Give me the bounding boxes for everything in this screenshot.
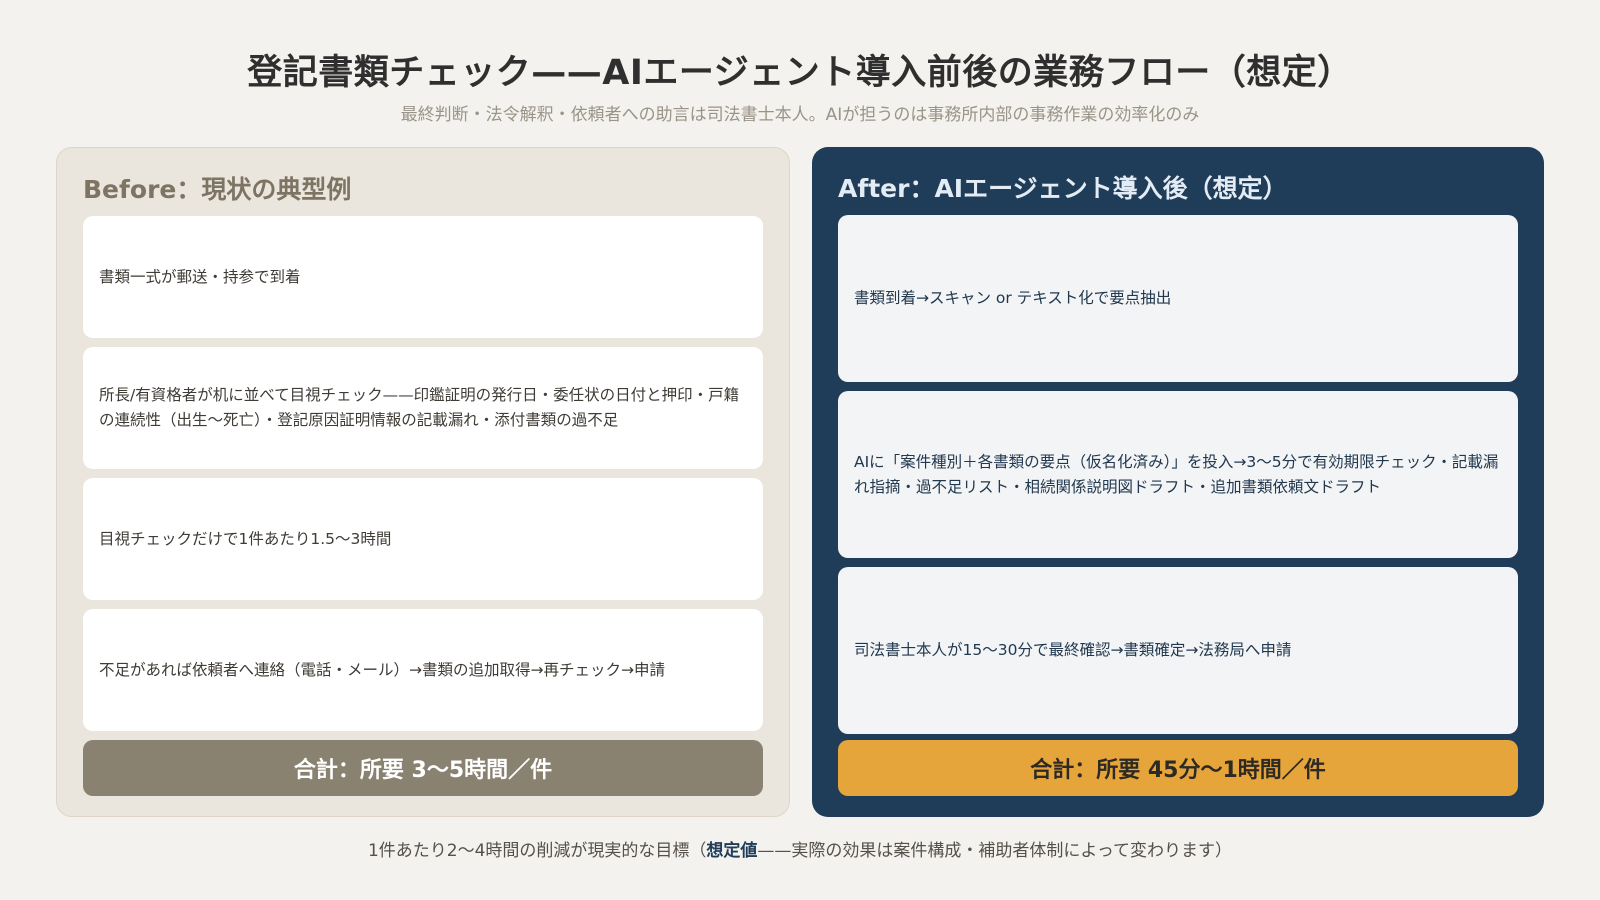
page-title: 登記書類チェック——AIエージェント導入前後の業務フロー（想定） xyxy=(247,53,1353,93)
before-total: 合計：所要 3〜5時間／件 xyxy=(83,740,763,796)
after-total: 合計：所要 45分〜1時間／件 xyxy=(838,740,1518,796)
before-step-3: 目視チェックだけで1件あたり1.5〜3時間 xyxy=(83,478,763,600)
after-steps: 書類到着→スキャン or テキスト化で要点抽出 AIに「案件種別＋各書類の要点（… xyxy=(838,215,1518,734)
before-steps: 書類一式が郵送・持参で到着 所長/有資格者が机に並べて目視チェック——印鑑証明の… xyxy=(83,216,763,731)
footnote-prefix: 1件あたり2〜4時間の削減が現実的な目標（ xyxy=(367,841,707,861)
page-subtitle: 最終判断・法令解釈・依頼者への助言は司法書士本人。AIが担うのは事務所内部の事務… xyxy=(400,105,1200,125)
before-heading: Before：現状の典型例 xyxy=(83,175,352,204)
footnote-suffix: ——実際の効果は案件構成・補助者体制によって変わります） xyxy=(757,841,1233,861)
after-panel: After：AIエージェント導入後（想定） 書類到着→スキャン or テキスト化… xyxy=(812,147,1544,817)
before-step-1: 書類一式が郵送・持参で到着 xyxy=(83,216,763,338)
after-step-1: 書類到着→スキャン or テキスト化で要点抽出 xyxy=(838,215,1518,382)
footnote-emphasis: 想定値 xyxy=(706,841,758,861)
before-step-2: 所長/有資格者が机に並べて目視チェック——印鑑証明の発行日・委任状の日付と押印・… xyxy=(83,347,763,469)
after-heading: After：AIエージェント導入後（想定） xyxy=(838,174,1288,203)
before-step-4: 不足があれば依頼者へ連絡（電話・メール）→書類の追加取得→再チェック→申請 xyxy=(83,609,763,731)
after-step-3: 司法書士本人が15〜30分で最終確認→書類確定→法務局へ申請 xyxy=(838,567,1518,734)
before-panel: Before：現状の典型例 書類一式が郵送・持参で到着 所長/有資格者が机に並べ… xyxy=(56,147,790,817)
footnote: 1件あたり2〜4時間の削減が現実的な目標（想定値——実際の効果は案件構成・補助者… xyxy=(0,836,1600,861)
after-step-2: AIに「案件種別＋各書類の要点（仮名化済み）」を投入→3〜5分で有効期限チェック… xyxy=(838,391,1518,558)
page: 登記書類チェック——AIエージェント導入前後の業務フロー（想定） 最終判断・法令… xyxy=(0,0,1600,900)
